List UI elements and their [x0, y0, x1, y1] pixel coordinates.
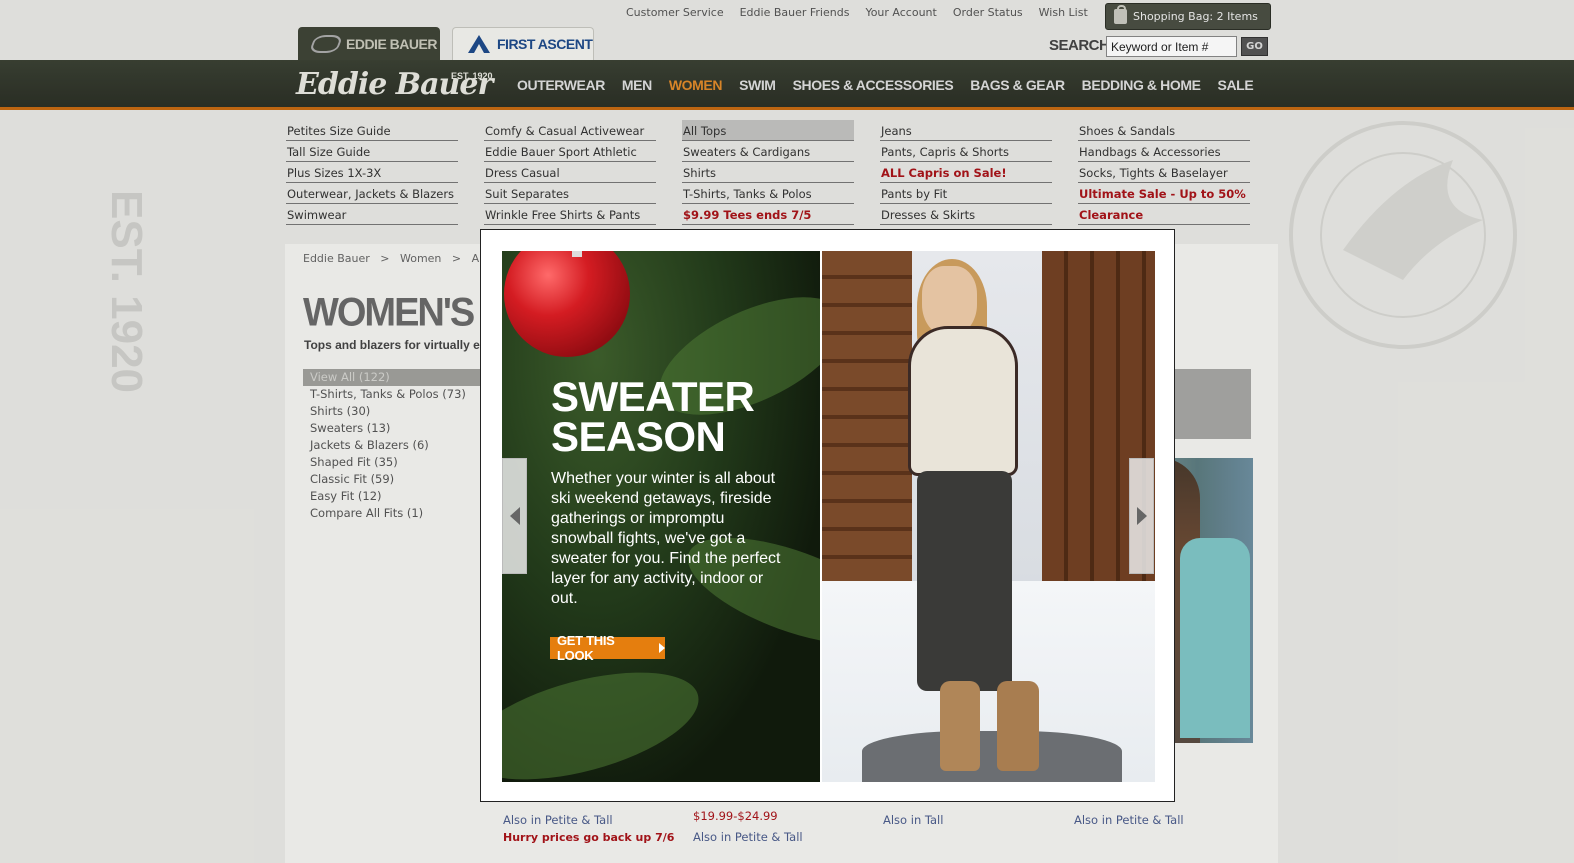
modal-headline: SWEATER SEASON — [551, 373, 801, 460]
modal-headline-line-1: SWEATER — [551, 373, 755, 420]
stone-path — [862, 731, 1122, 782]
promo-modal: SWEATER SEASON Whether your winter is al… — [480, 229, 1175, 802]
chevron-left-icon — [509, 507, 520, 525]
model-photo[interactable] — [822, 251, 1155, 782]
model-sweater — [908, 326, 1018, 476]
get-this-look-button[interactable]: GET THIS LOOK — [550, 633, 665, 663]
model-pants — [917, 471, 1012, 691]
modal-body-text: Whether your winter is all about ski wee… — [551, 470, 781, 607]
play-arrow-icon — [659, 643, 665, 653]
get-this-look-label: GET THIS LOOK — [557, 633, 615, 663]
ornament-cap — [572, 251, 582, 257]
ornament-image — [504, 251, 630, 357]
chevron-right-icon — [1136, 507, 1147, 525]
model-boot — [997, 681, 1039, 771]
model-boot — [940, 681, 980, 771]
modal-headline-line-2: SEASON — [551, 413, 726, 460]
carousel-prev-button[interactable] — [502, 458, 527, 574]
carousel-next-button[interactable] — [1129, 458, 1154, 574]
cabin-logs — [822, 251, 912, 581]
